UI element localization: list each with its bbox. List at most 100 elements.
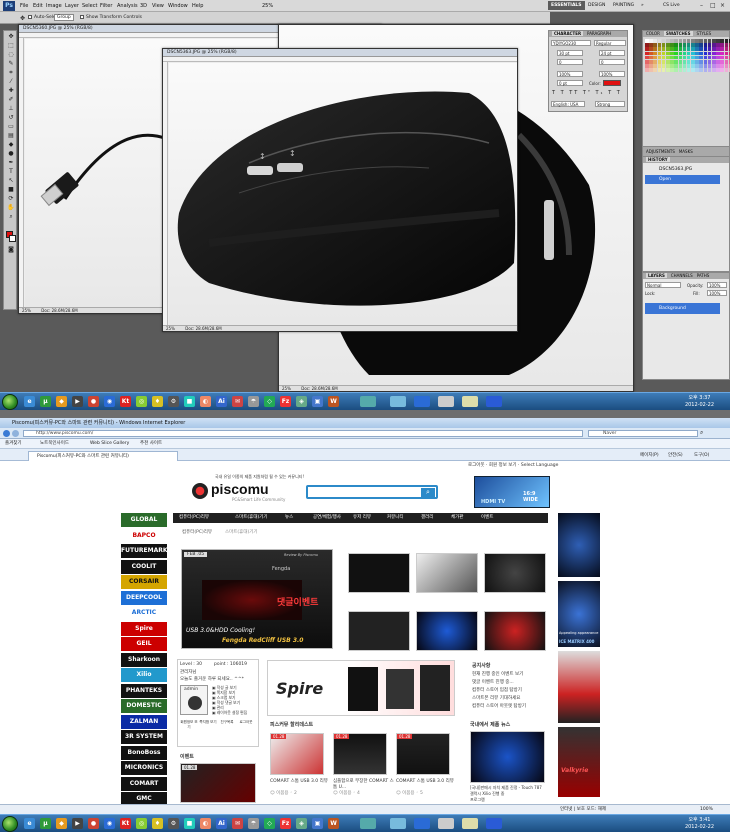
taskbar-app-icon[interactable]: μ [40, 818, 51, 829]
taskbar-app-icon[interactable]: ● [88, 396, 99, 407]
swatch[interactable] [678, 43, 683, 47]
taskbar-app-icon[interactable]: Kt [120, 818, 131, 829]
eraser-tool-icon[interactable]: ▭ [7, 124, 15, 130]
shape-tool-icon[interactable]: ■ [7, 187, 15, 193]
swatch[interactable] [699, 59, 704, 64]
pen-tool-icon[interactable]: ✒ [7, 160, 15, 166]
sponsor-banner[interactable]: 3R SYSTEM [121, 730, 167, 744]
swatch[interactable] [724, 51, 729, 56]
stamp-tool-icon[interactable]: ⊥ [7, 106, 15, 112]
swatch[interactable] [699, 43, 704, 47]
swatch[interactable] [686, 47, 691, 51]
nav-item[interactable]: 컴퓨터(PC)리뷰 [179, 513, 209, 523]
swatch[interactable] [670, 68, 674, 72]
swatch[interactable] [678, 51, 683, 56]
swatch[interactable] [720, 43, 724, 47]
swatch[interactable] [670, 64, 674, 68]
site-search-icon[interactable]: ⌕ [421, 488, 435, 497]
tab-layers[interactable]: LAYERS [646, 273, 667, 278]
doc2-tab[interactable]: DSCN5363.JPG @ 25% (RGB/8) [163, 49, 517, 57]
swatch[interactable] [720, 47, 724, 51]
nav-item[interactable]: 갤러리 [421, 513, 433, 523]
taskbar-app-icon[interactable]: ✉ [232, 396, 243, 407]
menu-view[interactable]: View [152, 3, 164, 9]
swatch[interactable] [703, 68, 708, 72]
taskbar-app-icon[interactable]: ◐ [200, 396, 211, 407]
nav-item[interactable]: 이벤트 [481, 513, 493, 523]
taskbar-app-icon[interactable]: ◆ [56, 396, 67, 407]
swatch[interactable] [686, 59, 691, 64]
zoom-tool-icon[interactable]: ⌕ [7, 214, 15, 220]
leading-field[interactable]: 24 pt [599, 50, 625, 56]
swatch[interactable] [695, 39, 699, 43]
tracking-field[interactable]: 0 [599, 59, 625, 65]
quick-select-tool-icon[interactable]: ✎ [7, 61, 15, 67]
swatch[interactable] [724, 59, 729, 64]
taskbar-app-icon[interactable]: e [24, 396, 35, 407]
subtab-smart[interactable]: 스마트(휴대)기기 [225, 529, 258, 535]
nav-item[interactable]: 유저 리뷰 [353, 513, 371, 523]
swatch[interactable] [695, 59, 699, 64]
swatch[interactable] [703, 43, 708, 47]
history-item-open[interactable]: Open [645, 175, 720, 184]
swatch[interactable] [707, 59, 712, 64]
swatch[interactable] [645, 51, 649, 56]
horizontal-scale-field[interactable]: 100% [599, 71, 625, 77]
street-item-title[interactable]: COMART 스톰 USB 3.0 리뷰 [270, 778, 332, 784]
street-item-title[interactable]: 심플함으로 무장한 COMART 스톰 U... [333, 778, 395, 790]
swatch[interactable] [678, 68, 683, 72]
swatch[interactable] [657, 59, 662, 64]
swatch[interactable] [691, 51, 695, 56]
background-color-swatch[interactable] [9, 235, 16, 242]
taskbar-app-icon[interactable]: Fz [280, 818, 291, 829]
auto-select-checkbox[interactable] [28, 15, 32, 19]
menu-layer[interactable]: Layer [65, 3, 79, 9]
notice-item[interactable]: 스마트폰 리뷰 기대하세요 [472, 695, 520, 701]
tab-history[interactable]: HISTORY [646, 157, 670, 162]
swatch[interactable] [670, 43, 674, 47]
swatch[interactable] [699, 39, 704, 43]
taskbar-app-icon[interactable]: ◆ [56, 818, 67, 829]
menu-file[interactable]: File [20, 3, 28, 9]
swatch[interactable] [657, 51, 662, 56]
swatch[interactable] [649, 47, 653, 51]
taskbar-window-button[interactable] [438, 818, 454, 829]
swatch[interactable] [661, 55, 666, 60]
swatch[interactable] [720, 68, 724, 72]
swatch[interactable] [674, 51, 678, 56]
swatch[interactable] [674, 43, 678, 47]
swatch[interactable] [649, 43, 653, 47]
swatch[interactable] [682, 47, 687, 51]
swatch[interactable] [674, 59, 678, 64]
fav-item-suggested[interactable]: 추천 사이트 [140, 439, 162, 449]
swatch[interactable] [653, 51, 657, 56]
taskbar-app-icon[interactable]: ◎ [136, 818, 147, 829]
minimize-icon[interactable]: – [700, 2, 703, 9]
marquee-tool-icon[interactable]: ⬚ [7, 43, 15, 49]
swatch[interactable] [699, 55, 704, 60]
swatch[interactable] [661, 59, 666, 64]
swatch[interactable] [649, 39, 653, 43]
sponsor-banner[interactable]: GEIL [121, 637, 167, 651]
swatch[interactable] [653, 43, 657, 47]
taskbar-app-icon[interactable]: Ai [216, 818, 227, 829]
swatch[interactable] [649, 64, 653, 68]
swatch[interactable] [653, 47, 657, 51]
taskbar-window-button[interactable] [414, 818, 430, 829]
swatch[interactable] [645, 43, 649, 47]
swatch[interactable] [661, 39, 666, 43]
start-button-icon[interactable] [2, 394, 18, 410]
sponsor-banner[interactable]: Sharkoon [121, 652, 167, 667]
swatch[interactable] [649, 68, 653, 72]
blur-tool-icon[interactable]: ◆ [7, 142, 15, 148]
menu-filter[interactable]: Filter [100, 3, 112, 9]
street-item-image[interactable]: 01.28 [333, 733, 387, 775]
swatch[interactable] [724, 68, 729, 72]
swatch[interactable] [686, 64, 691, 68]
notice-item[interactable]: 현재 진행 중인 이벤트 보기 [472, 671, 523, 677]
search-icon[interactable]: ⌕ [700, 429, 703, 437]
brush-tool-icon[interactable]: ✐ [7, 97, 15, 103]
swatch[interactable] [674, 39, 678, 43]
swatch[interactable] [665, 68, 670, 72]
taskbar-window-button[interactable] [462, 818, 478, 829]
